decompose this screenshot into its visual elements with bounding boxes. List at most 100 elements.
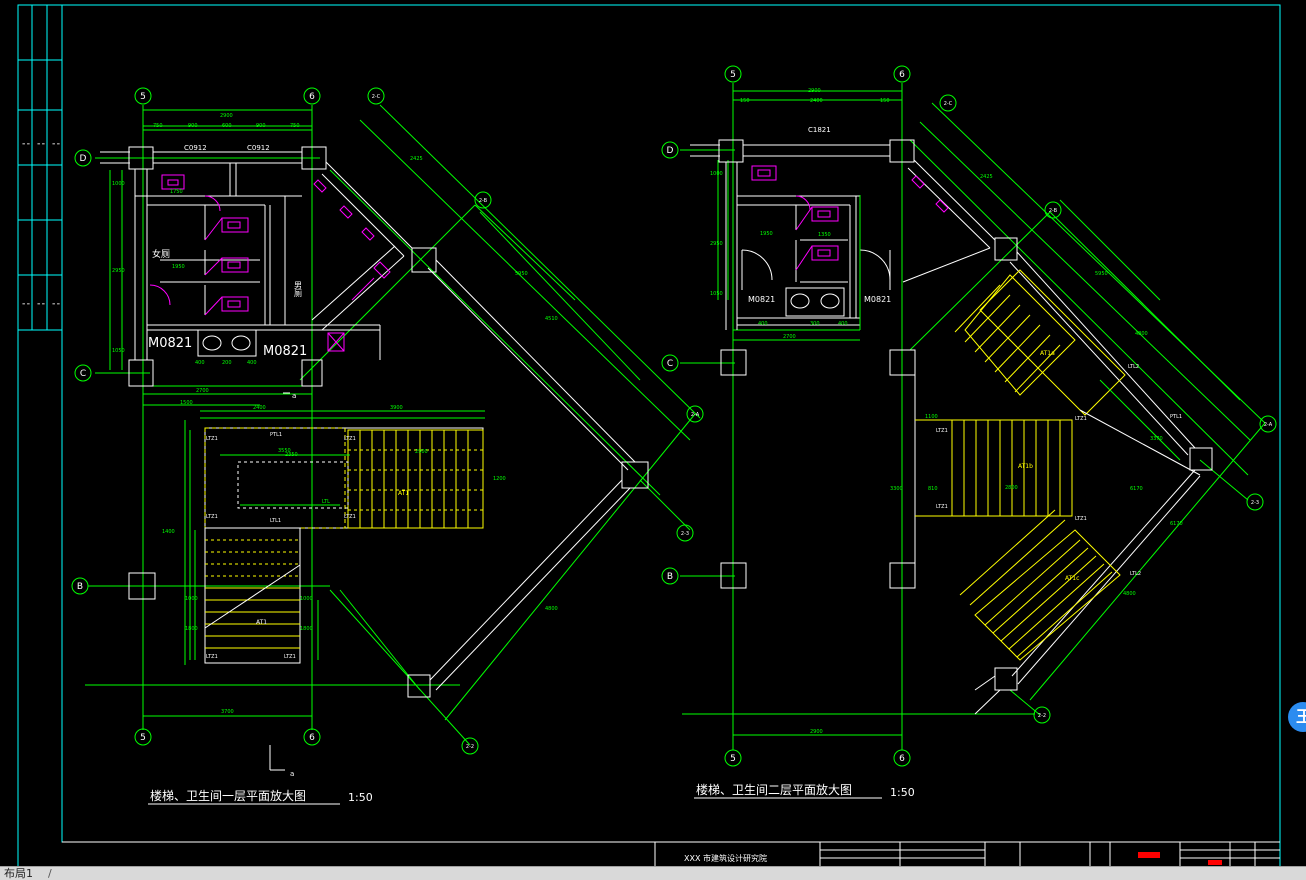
plan2-axis-22: 2-2 xyxy=(1038,713,1046,719)
plan1-door-right: M0821 xyxy=(263,344,307,359)
plan1-stair-label: AT1 xyxy=(398,490,409,497)
plan1-dim-top-total: 2900 xyxy=(220,113,233,119)
plan2-stairs xyxy=(915,269,1201,661)
svg-text:LTL: LTL xyxy=(322,499,330,505)
svg-text:1950: 1950 xyxy=(172,264,185,270)
svg-text:400: 400 xyxy=(838,321,848,327)
plan2-axis-23: 2-3 xyxy=(1251,500,1259,506)
plan2-col-ltz1: LTZ1 xyxy=(1075,516,1087,522)
plan1-axis-2c: 2-C xyxy=(372,94,381,100)
plan1-grid-lines xyxy=(85,104,701,746)
svg-text:2950: 2950 xyxy=(710,241,723,247)
plan2-axis-2b: 2-B xyxy=(1049,208,1058,214)
plan1-axis-b: B xyxy=(77,582,83,592)
plan1-sinks xyxy=(197,329,257,357)
svg-text:1050: 1050 xyxy=(112,348,125,354)
svg-text:810: 810 xyxy=(928,486,938,492)
svg-text:1100: 1100 xyxy=(925,414,938,420)
plan2-axis-6-bottom: 6 xyxy=(899,754,905,764)
plan2-axis-bubbles xyxy=(661,65,1277,767)
plan1-axis-c: C xyxy=(80,369,86,379)
svg-text:1950: 1950 xyxy=(760,231,773,237)
title-block-company: XXX 市建筑设计研究院 xyxy=(684,853,767,863)
plan2-axis-5-bottom: 5 xyxy=(730,754,736,764)
svg-text:≡ ≡: ≡ ≡ xyxy=(37,301,45,306)
svg-text:4510: 4510 xyxy=(545,316,558,322)
plan1-axis-5-bottom: 5 xyxy=(140,733,146,743)
plan2-top-dim-labels: 2900 150 2400 150 xyxy=(740,88,890,104)
plan1-window-right: C0912 xyxy=(247,144,270,152)
svg-text:≡ ≡: ≡ ≡ xyxy=(37,141,45,146)
plan2-stair-at1c: AT1c xyxy=(1065,575,1079,582)
plan1-dim-top-part: 900 xyxy=(256,123,266,129)
plan2-scale: 1:50 xyxy=(890,786,915,799)
svg-text:3370: 3370 xyxy=(1150,436,1163,442)
svg-text:2950: 2950 xyxy=(112,268,125,274)
plan1-col-ltz1: LTZ1 xyxy=(206,514,218,520)
svg-text:400: 400 xyxy=(758,321,768,327)
layout-tab-1[interactable]: 布局1 xyxy=(4,867,33,880)
svg-text:≡ ≡: ≡ ≡ xyxy=(52,141,60,146)
plan1-axis-2b: 2-B xyxy=(479,198,488,204)
plan2-dim-top-part: 2400 xyxy=(810,98,823,104)
svg-text:300: 300 xyxy=(810,321,820,327)
svg-text:1000: 1000 xyxy=(300,596,313,602)
plan1-stairs xyxy=(204,427,484,664)
svg-text:3300: 3300 xyxy=(890,486,903,492)
plan2-dim-top-part: 150 xyxy=(740,98,750,104)
svg-text:1000: 1000 xyxy=(710,171,723,177)
plan1-scale: 1:50 xyxy=(348,791,373,804)
plan1-title: 楼梯、卫生间一层平面放大图 xyxy=(150,788,306,803)
plan1-axis-6-top: 6 xyxy=(309,92,315,102)
plan2-col-ltz1: LTZ1 xyxy=(936,504,948,510)
svg-text:400: 400 xyxy=(195,360,205,366)
plan1-col-ltz1: LTZ1 xyxy=(344,514,356,520)
plan2-axis-b: B xyxy=(667,572,673,582)
plan1-axis-6-bottom: 6 xyxy=(309,733,315,743)
plan1-col-ltz1: LTZ1 xyxy=(344,436,356,442)
plan1-dim-top-part: 900 xyxy=(188,123,198,129)
cad-drawing-canvas[interactable]: ≡ ≡ ≡ ≡ ≡ ≡ ≡ ≡ ≡ ≡ ≡ ≡ XXX 市建筑设计研究院 175… xyxy=(0,0,1306,866)
svg-text:1050: 1050 xyxy=(710,291,723,297)
plan1-dim-bottom: 3700 xyxy=(221,709,234,715)
svg-text:4800: 4800 xyxy=(545,606,558,612)
svg-text:2800: 2800 xyxy=(1005,485,1018,491)
svg-text:200: 200 xyxy=(222,360,232,366)
plan1-col-ltz1: LTZ1 xyxy=(284,654,296,660)
plan2-axis-2a: 2-A xyxy=(1264,422,1273,428)
plan1-walls xyxy=(100,146,649,698)
svg-text:1750: 1750 xyxy=(170,189,183,195)
plan2-dim-2700: 2700 xyxy=(783,334,796,340)
plan2-window-top: C1821 xyxy=(808,126,831,134)
plan2-door-right: M0821 xyxy=(864,295,891,304)
plan1-dim-2700: 2700 xyxy=(196,388,209,394)
plan1-beam-ptl1: PTL1 xyxy=(270,432,282,438)
svg-text:6170: 6170 xyxy=(1170,521,1183,527)
plan2-dimension-lines xyxy=(717,170,1181,461)
svg-text:5950: 5950 xyxy=(1095,271,1108,277)
plan2-axis-c: C xyxy=(667,359,673,369)
svg-text:≡ ≡: ≡ ≡ xyxy=(22,301,30,306)
plan1-axis-5-top: 5 xyxy=(140,92,146,102)
title-block-stamp xyxy=(1138,852,1160,858)
svg-text:≡ ≡: ≡ ≡ xyxy=(22,141,30,146)
plan2-axis-2c: 2-C xyxy=(944,101,953,107)
plan2-beam-ltl2-b: LTL2 xyxy=(1130,571,1141,577)
plan2-beam-ptl1: PTL1 xyxy=(1170,414,1182,420)
plan2-dim-top-total: 2900 xyxy=(808,88,821,94)
plan1-beam-ltl1: LTL1 xyxy=(270,518,281,524)
plan2-title: 楼梯、卫生间二层平面放大图 xyxy=(696,782,852,797)
plan2-axis-5-top: 5 xyxy=(730,70,736,80)
plan1-room-female: 女厕 xyxy=(152,248,170,260)
plan2-dim-top-part: 150 xyxy=(880,98,890,104)
svg-text:1800: 1800 xyxy=(300,626,313,632)
svg-text:1350: 1350 xyxy=(818,232,831,238)
title-block-stamp xyxy=(1208,860,1222,865)
plan1-dimension-lines xyxy=(121,129,576,660)
plan1-dim-2400: 2400 xyxy=(253,405,266,411)
layout-tab-bar: 布局1 / xyxy=(0,866,1306,880)
plan1-section-letter: a xyxy=(290,770,294,778)
plan2-col-ltz1: LTZ1 xyxy=(936,428,948,434)
layout-tab-separator: / xyxy=(48,867,52,880)
plan2-stair-at1b: AT1b xyxy=(1018,463,1033,470)
